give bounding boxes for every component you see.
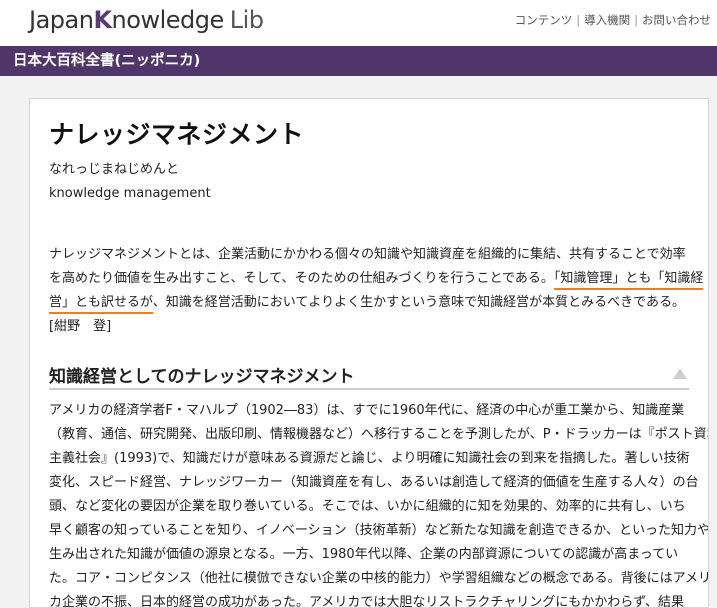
body-line: 頭、など変化の要因が企業を取り巻いている。そこでは、いかに組織的に知を効果的、効…	[49, 499, 686, 514]
body-line: 変化、スピード経営、ナレッジワーカー（知識資産を有し、あるいは創造して経済的価値…	[49, 475, 699, 490]
body-line: た。コア・コンピタンス（他社に模倣できない企業の中核的能力）や学習組織などの概念…	[49, 571, 709, 586]
section-title: 知識経営としてのナレッジマネジメント	[49, 367, 355, 387]
intro-line: ナレッジマネジメントとは、企業活動にかかわる個々の知識や知識資産を組織的に集結、…	[49, 243, 695, 267]
nav-link-contents[interactable]: コンテンツ	[511, 13, 577, 27]
body-line: カ企業の不振、日本的経営の成功があった。アメリカでは大胆なリストラクチャリングに…	[49, 595, 685, 608]
body-line: 主義社会』(1993)で、知識だけが意味ある資源だと論じ、より明確に知識社会の到…	[49, 451, 690, 466]
content-title-bar: 日本大百科全書(ニッポニカ)	[0, 46, 717, 76]
intro-text: ナレッジマネジメントとは、企業活動にかかわる個々の知識や知識資産を組織的に集結、…	[49, 247, 686, 262]
entry-intro-paragraph: ナレッジマネジメントとは、企業活動にかかわる個々の知識や知識資産を組織的に集結、…	[49, 243, 704, 339]
top-bar: JapanKnowledge Lib コンテンツ | 導入機関 | お問い合わせ	[0, 0, 717, 46]
intro-text: を高めたり価値を生み出すこと、そして、そのための仕組みづくりを行うことである。	[49, 271, 554, 286]
intro-text: 、知識を経営活動においてよりよく生かすという意味で知識経営が本質とみるべきである…	[152, 295, 685, 310]
top-nav: コンテンツ | 導入機関 | お問い合わせ	[511, 12, 715, 28]
highlighted-text: 「知識管理」とも「知識経	[553, 271, 704, 290]
intro-line: を高めたり価値を生み出すこと、そして、そのための仕組みづくりを行うことである。「…	[49, 267, 704, 291]
body-line: 生み出された知識が価値の源泉となる。一方、1980年代以降、企業の内部資源につい…	[49, 547, 679, 562]
scroll-top-icon[interactable]	[673, 368, 687, 379]
nav-link-contact[interactable]: お問い合わせ	[638, 13, 715, 27]
entry-card: ナレッジマネジメント なれっじまねじめんと knowledge manageme…	[29, 98, 709, 608]
body-line: （教育、通信、研究開発、出版印刷、情報機器など）へ移行することを予測したが、P・…	[49, 427, 709, 442]
logo-text-k: K	[93, 6, 112, 34]
nav-link-institutions[interactable]: 導入機関	[580, 13, 634, 27]
intro-line: [紺野 登]	[49, 315, 695, 339]
intro-text: [紺野 登]	[49, 319, 112, 334]
body-line: 早く顧客の知っていることを知り、イノベーション（技術革新）など新たな知識を創造で…	[49, 523, 709, 538]
body-line: アメリカの経済学者F・マハルプ（1902―83）は、すでに1960年代に、経済の…	[49, 403, 685, 418]
logo-text-lib: Lib	[229, 6, 264, 34]
intro-line: 営」とも訳せるが、知識を経営活動においてよりよく生かすという意味で知識経営が本質…	[49, 291, 695, 315]
entry-reading: なれっじまねじめんと	[49, 162, 180, 177]
highlighted-text: 営」とも訳せるが	[49, 295, 153, 314]
logo-text-nowledge: nowledge	[111, 6, 225, 34]
japanknowledge-logo[interactable]: JapanKnowledge Lib	[29, 6, 264, 34]
logo-text-japan: Japan	[29, 6, 94, 34]
entry-english: knowledge management	[49, 186, 211, 201]
section-body-paragraph: アメリカの経済学者F・マハルプ（1902―83）は、すでに1960年代に、経済の…	[49, 399, 709, 608]
entry-headword: ナレッジマネジメント	[49, 120, 305, 149]
section-header: 知識経営としてのナレッジマネジメント	[49, 360, 689, 390]
